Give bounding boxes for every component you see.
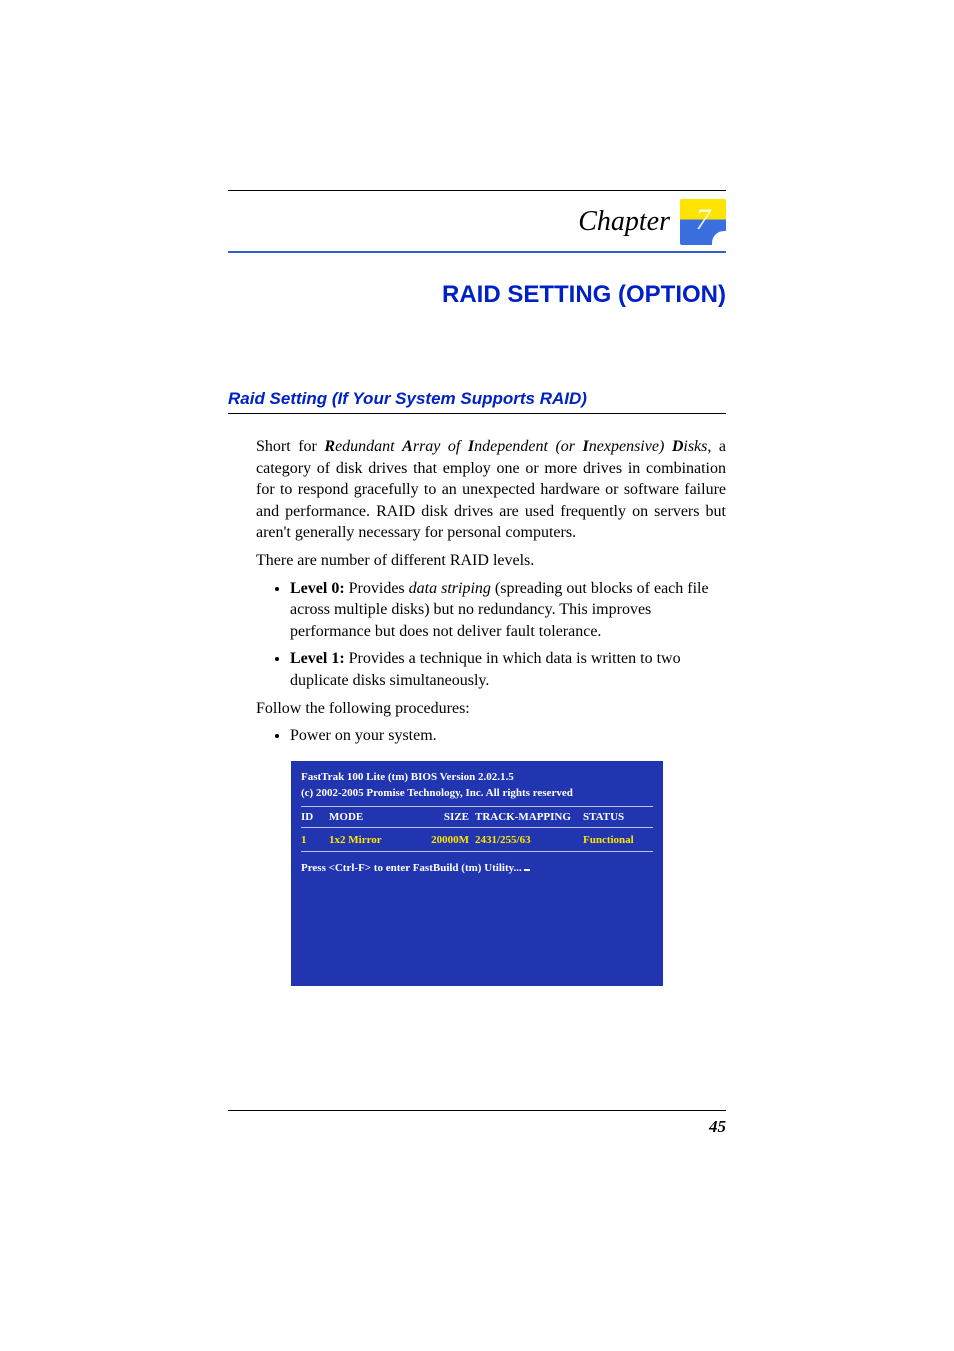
bios-screenshot: FastTrak 100 Lite (tm) BIOS Version 2.02…	[291, 761, 663, 987]
intro-r-rest: edundant	[335, 438, 402, 455]
level-1-text: Provides a technique in which data is wr…	[290, 650, 681, 689]
intro-R: R	[324, 438, 335, 455]
bios-cell-size: 20000M	[417, 832, 475, 849]
intro-A: A	[402, 438, 413, 455]
page-title: RAID SETTING (OPTION)	[228, 281, 726, 309]
chapter-badge: 7	[680, 199, 726, 245]
bios-cell-track: 2431/255/63	[475, 832, 583, 849]
step-1: Power on your system.	[290, 725, 726, 747]
footer-rule	[228, 1110, 726, 1111]
page-number: 45	[228, 1117, 726, 1137]
intro-D: D	[672, 438, 684, 455]
intro-pre: Short for	[256, 438, 324, 455]
levels-intro: There are number of different RAID level…	[256, 550, 726, 572]
bios-col-size: SIZE	[417, 809, 475, 826]
steps-list: Power on your system.	[290, 725, 726, 747]
bios-cell-status: Functional	[583, 832, 653, 849]
bios-col-mode: MODE	[329, 809, 417, 826]
bios-cell-mode: 1x2 Mirror	[329, 832, 417, 849]
bios-cell-id: 1	[301, 832, 329, 849]
level-1-label: Level 1:	[290, 650, 345, 667]
top-rule	[228, 190, 726, 191]
intro-paragraph: Short for Redundant Array of Independent…	[256, 436, 726, 544]
intro-i-rest: ndependent (or	[474, 438, 582, 455]
intro-i2-rest: nexpensive)	[589, 438, 672, 455]
bios-prompt: Press <Ctrl-F> to enter FastBuild (tm) U…	[301, 860, 653, 877]
page-footer: 45	[228, 1110, 726, 1137]
chapter-underline	[228, 251, 726, 253]
level-0-label: Level 0:	[290, 580, 345, 597]
intro-a-rest: rray of	[413, 438, 468, 455]
bios-prompt-text: Press <Ctrl-F> to enter FastBuild (tm) U…	[301, 862, 522, 874]
chapter-header: Chapter 7	[228, 199, 726, 245]
level-0-item: Level 0: Provides data striping (spreadi…	[290, 578, 726, 643]
level-0-pre: Provides	[345, 580, 409, 597]
follow-procedures: Follow the following procedures:	[256, 698, 726, 720]
raid-levels-list: Level 0: Provides data striping (spreadi…	[290, 578, 726, 692]
bios-copyright-line: (c) 2002-2005 Promise Technology, Inc. A…	[301, 785, 653, 802]
bios-col-id: ID	[301, 809, 329, 826]
bios-col-status: STATUS	[583, 809, 653, 826]
level-0-em: data striping	[409, 580, 491, 597]
bios-table-header: ID MODE SIZE TRACK-MAPPING STATUS	[301, 806, 653, 829]
chapter-number: 7	[680, 203, 726, 237]
bios-col-track: TRACK-MAPPING	[475, 809, 583, 826]
bios-title-line: FastTrak 100 Lite (tm) BIOS Version 2.02…	[301, 769, 653, 786]
section-heading: Raid Setting (If Your System Supports RA…	[228, 389, 726, 414]
bios-table-row: 1 1x2 Mirror 20000M 2431/255/63 Function…	[301, 830, 653, 852]
level-1-item: Level 1: Provides a technique in which d…	[290, 648, 726, 691]
intro-d-rest: isks,	[683, 438, 711, 455]
bios-cursor	[524, 869, 530, 871]
chapter-label: Chapter	[578, 206, 670, 238]
